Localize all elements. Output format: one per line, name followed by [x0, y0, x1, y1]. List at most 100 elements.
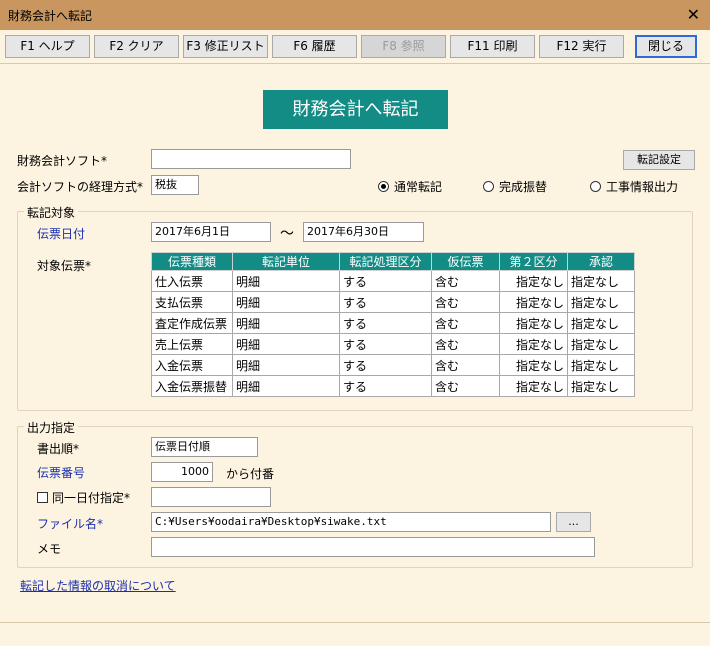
cell-second-category[interactable]: 指定なし [499, 375, 568, 397]
cell-process[interactable]: する [339, 354, 432, 376]
radio-construction-output[interactable]: 工事情報出力 [590, 178, 678, 195]
number-suffix: から付番 [226, 467, 275, 481]
radio-icon [590, 181, 601, 192]
software-field[interactable] [151, 149, 351, 169]
software-label: 財務会計ソフト* [17, 154, 108, 168]
cell-second-category[interactable]: 指定なし [499, 333, 568, 355]
radio-label: 完成振替 [499, 180, 548, 194]
execute-button[interactable]: F12 実行 [539, 35, 624, 58]
close-icon[interactable]: ✕ [687, 5, 700, 24]
cell-second-category[interactable]: 指定なし [499, 270, 568, 292]
close-button[interactable]: 閉じる [635, 35, 697, 58]
transfer-settings-button[interactable]: 転記設定 [623, 150, 695, 170]
cell-unit[interactable]: 明細 [232, 270, 340, 292]
cell-unit[interactable]: 明細 [232, 291, 340, 313]
cell-process[interactable]: する [339, 333, 432, 355]
same-date-field[interactable] [151, 487, 271, 507]
cell-approval[interactable]: 指定なし [567, 312, 635, 334]
cell-unit[interactable]: 明細 [232, 375, 340, 397]
help-button[interactable]: F1 ヘルプ [5, 35, 90, 58]
file-name-field[interactable]: C:¥Users¥oodaira¥Desktop¥siwake.txt [151, 512, 551, 532]
table-header-row: 伝票種類 転記単位 転記処理区分 仮伝票 第２区分 承認 [151, 252, 635, 271]
order-field[interactable]: 伝票日付順 [151, 437, 258, 457]
cell-voucher-type: 仕入伝票 [151, 270, 233, 292]
cell-process[interactable]: する [339, 312, 432, 334]
memo-field[interactable] [151, 537, 595, 557]
radio-selected-icon [378, 181, 389, 192]
cell-voucher-type: 支払伝票 [151, 291, 233, 313]
checkbox-icon [37, 492, 48, 503]
function-key-toolbar: F1 ヘルプ F2 クリア F3 修正リスト F6 履歴 F8 参照 F11 印… [0, 30, 710, 64]
cell-process[interactable]: する [339, 270, 432, 292]
page-title: 財務会計へ転記 [263, 90, 448, 129]
column-header: 転記処理区分 [339, 252, 432, 271]
file-name-label: ファイル名* [37, 517, 104, 531]
table-row[interactable]: 入金伝票振替 明細 する 含む 指定なし 指定なし [151, 375, 635, 397]
tax-method-label: 会計ソフトの経理方式* [17, 180, 144, 194]
radio-label: 工事情報出力 [606, 180, 679, 194]
range-tilde: ～ [280, 226, 294, 242]
table-row[interactable]: 入金伝票 明細 する 含む 指定なし 指定なし [151, 354, 635, 376]
voucher-label: 対象伝票* [37, 259, 92, 273]
status-bar [0, 622, 710, 646]
title-bar: 財務会計へ転記 ✕ [0, 0, 710, 30]
cell-approval[interactable]: 指定なし [567, 291, 635, 313]
cell-process[interactable]: する [339, 375, 432, 397]
number-label: 伝票番号 [37, 466, 86, 480]
cell-second-category[interactable]: 指定なし [499, 312, 568, 334]
clear-button[interactable]: F2 クリア [94, 35, 179, 58]
tax-method-field[interactable]: 税抜 [151, 175, 199, 195]
radio-completion-transfer[interactable]: 完成振替 [483, 178, 547, 195]
cell-voucher-type: 売上伝票 [151, 333, 233, 355]
browse-button[interactable]: ... [556, 512, 591, 532]
cell-approval[interactable]: 指定なし [567, 270, 635, 292]
cell-temporary[interactable]: 含む [431, 291, 500, 313]
cell-voucher-type: 入金伝票 [151, 354, 233, 376]
same-date-checkbox[interactable]: 同一日付指定* [37, 489, 130, 506]
cell-temporary[interactable]: 含む [431, 354, 500, 376]
cell-approval[interactable]: 指定なし [567, 333, 635, 355]
table-row[interactable]: 査定作成伝票 明細 する 含む 指定なし 指定なし [151, 312, 635, 334]
same-date-label: 同一日付指定* [52, 491, 131, 505]
radio-label: 通常転記 [394, 180, 443, 194]
date-to-field[interactable]: 2017年6月30日 [303, 222, 424, 242]
cell-voucher-type: 入金伝票振替 [151, 375, 233, 397]
cell-temporary[interactable]: 含む [431, 270, 500, 292]
cell-temporary[interactable]: 含む [431, 375, 500, 397]
output-legend: 出力指定 [24, 419, 79, 436]
print-button[interactable]: F11 印刷 [450, 35, 535, 58]
radio-normal-transfer[interactable]: 通常転記 [378, 178, 442, 195]
cell-second-category[interactable]: 指定なし [499, 354, 568, 376]
table-row[interactable]: 仕入伝票 明細 する 含む 指定なし 指定なし [151, 270, 635, 292]
reference-button[interactable]: F8 参照 [361, 35, 446, 58]
column-header: 第２区分 [499, 252, 568, 271]
history-button[interactable]: F6 履歴 [272, 35, 357, 58]
cell-temporary[interactable]: 含む [431, 333, 500, 355]
date-from-field[interactable]: 2017年6月1日 [151, 222, 271, 242]
number-field[interactable]: 1000 [151, 462, 213, 482]
column-header: 仮伝票 [431, 252, 500, 271]
table-row[interactable]: 売上伝票 明細 する 含む 指定なし 指定なし [151, 333, 635, 355]
cell-approval[interactable]: 指定なし [567, 375, 635, 397]
cell-unit[interactable]: 明細 [232, 312, 340, 334]
cell-process[interactable]: する [339, 291, 432, 313]
order-label: 書出順* [37, 442, 80, 456]
voucher-table: 伝票種類 転記単位 転記処理区分 仮伝票 第２区分 承認 仕入伝票 明細 する … [151, 252, 635, 397]
column-header: 承認 [567, 252, 635, 271]
cell-voucher-type: 査定作成伝票 [151, 312, 233, 334]
cell-unit[interactable]: 明細 [232, 333, 340, 355]
radio-icon [483, 181, 494, 192]
cell-temporary[interactable]: 含む [431, 312, 500, 334]
window-title: 財務会計へ転記 [8, 9, 93, 23]
date-label: 伝票日付 [37, 227, 86, 241]
cell-approval[interactable]: 指定なし [567, 354, 635, 376]
column-header: 伝票種類 [151, 252, 233, 271]
cell-unit[interactable]: 明細 [232, 354, 340, 376]
cell-second-category[interactable]: 指定なし [499, 291, 568, 313]
column-header: 転記単位 [232, 252, 340, 271]
correction-list-button[interactable]: F3 修正リスト [183, 35, 268, 58]
memo-label: メモ [37, 542, 62, 556]
table-row[interactable]: 支払伝票 明細 する 含む 指定なし 指定なし [151, 291, 635, 313]
cancel-info-link[interactable]: 転記した情報の取消について [20, 577, 176, 594]
target-legend: 転記対象 [24, 204, 79, 221]
